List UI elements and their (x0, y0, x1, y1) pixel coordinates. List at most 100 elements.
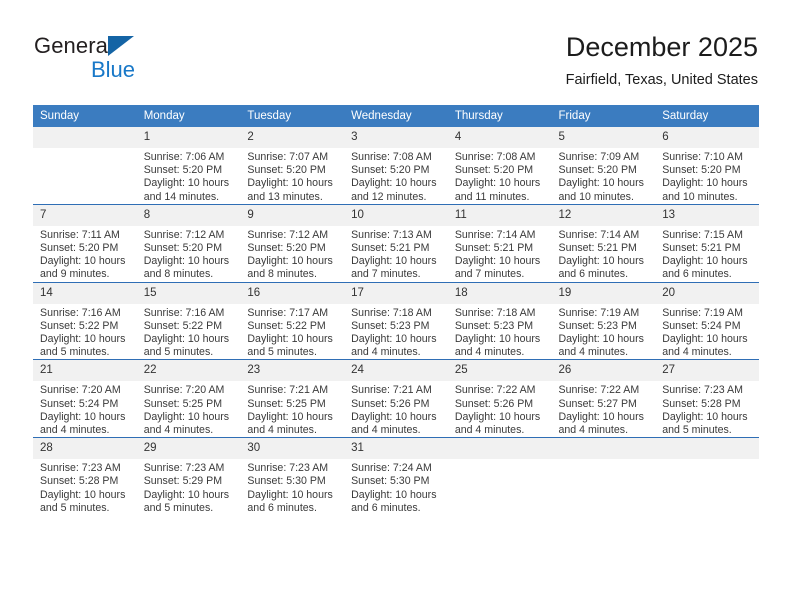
calendar-day-cell[interactable]: 8 Sunrise: 7:12 AM Sunset: 5:20 PM Daylight… (136, 203, 241, 283)
sunrise-text: Sunrise: 7:08 AM (351, 151, 432, 163)
day-details: Sunrise: 7:12 AM Sunset: 5:20 PM Daylight:… (137, 226, 241, 282)
daylight-text: Daylight: 10 hours and 4 minutes. (351, 333, 437, 359)
general-blue-logo[interactable]: General Blue (34, 33, 264, 89)
calendar-day-cell[interactable]: 18 Sunrise: 7:18 AM Sunset: 5:23 PM Dayligh… (447, 281, 552, 360)
calendar-day-cell[interactable] (655, 437, 759, 516)
calendar-day-cell[interactable]: 9 Sunrise: 7:12 AM Sunset: 5:20 PM Daylight… (240, 203, 345, 283)
daylight-text: Daylight: 10 hours and 4 minutes. (558, 333, 644, 359)
daylight-text: Daylight: 10 hours and 8 minutes. (143, 255, 230, 281)
calendar-week-row: 21 Sunrise: 7:20 AM Sunset: 5:24 PM Dayligh… (33, 359, 759, 438)
page-title: December 2025 (565, 32, 758, 62)
day-number: 8 (136, 204, 241, 226)
day-number: 15 (136, 282, 241, 304)
calendar-day-cell[interactable]: 29 Sunrise: 7:23 AM Sunset: 5:29 PM Dayligh… (136, 437, 241, 516)
day-details: Sunrise: 7:16 AM Sunset: 5:22 PM Daylight:… (137, 304, 241, 360)
day-number: 18 (447, 282, 552, 304)
calendar-header-row: Sunday Monday Tuesday Wednesday Thursday… (33, 105, 759, 127)
calendar-day-cell[interactable]: 5 Sunrise: 7:09 AM Sunset: 5:20 PM Daylight… (551, 127, 656, 205)
calendar-day-cell[interactable] (551, 437, 656, 516)
calendar-day-cell[interactable]: 22 Sunrise: 7:20 AM Sunset: 5:25 PM Dayligh… (136, 359, 241, 438)
sunrise-text: Sunrise: 7:08 AM (454, 151, 536, 163)
calendar-day-cell[interactable]: 30 Sunrise: 7:23 AM Sunset: 5:30 PM Dayligh… (240, 437, 345, 516)
day-number (655, 438, 759, 460)
calendar-day-cell[interactable]: 10 Sunrise: 7:13 AM Sunset: 5:21 PM Dayligh… (344, 203, 448, 283)
day-number: 3 (344, 127, 448, 148)
sunset-text: Sunset: 5:21 PM (351, 242, 430, 255)
daylight-text: Daylight: 10 hours and 5 minutes. (143, 488, 230, 514)
sunrise-text: Sunrise: 7:24 AM (351, 462, 432, 475)
calendar-day-cell[interactable]: 24 Sunrise: 7:21 AM Sunset: 5:26 PM Dayligh… (344, 359, 448, 438)
daylight-text: Daylight: 10 hours and 14 minutes. (143, 177, 230, 203)
day-number: 24 (344, 360, 448, 382)
calendar-day-cell[interactable]: 15 Sunrise: 7:16 AM Sunset: 5:22 PM Dayligh… (136, 281, 241, 360)
day-details: Sunrise: 7:11 AM Sunset: 5:20 PM Daylight:… (33, 226, 137, 282)
sunrise-text: Sunrise: 7:17 AM (247, 306, 329, 319)
daylight-text: Daylight: 10 hours and 4 minutes. (143, 410, 230, 437)
daylight-text: Daylight: 10 hours and 5 minutes. (143, 333, 230, 359)
sunset-text: Sunset: 5:24 PM (662, 319, 741, 332)
calendar-day-cell[interactable]: 17 Sunrise: 7:18 AM Sunset: 5:23 PM Dayligh… (344, 281, 448, 360)
sunrise-text: Sunrise: 7:12 AM (143, 228, 225, 241)
day-number (33, 127, 137, 148)
calendar-day-cell[interactable]: 14 Sunrise: 7:16 AM Sunset: 5:22 PM Dayligh… (33, 281, 137, 360)
calendar-day-cell[interactable]: 7 Sunrise: 7:11 AM Sunset: 5:20 PM Daylight… (33, 203, 137, 283)
sunrise-text: Sunrise: 7:22 AM (558, 384, 640, 397)
calendar-day-cell[interactable]: 16 Sunrise: 7:17 AM Sunset: 5:22 PM Dayligh… (240, 281, 345, 360)
day-details: Sunrise: 7:16 AM Sunset: 5:22 PM Daylight:… (33, 304, 137, 360)
calendar-day-cell[interactable]: 1 Sunrise: 7:06 AM Sunset: 5:20 PM Daylight… (136, 127, 241, 205)
day-number (447, 438, 552, 460)
calendar-day-cell[interactable]: 31 Sunrise: 7:24 AM Sunset: 5:30 PM Dayligh… (344, 437, 448, 516)
calendar-day-cell[interactable]: 21 Sunrise: 7:20 AM Sunset: 5:24 PM Dayligh… (33, 359, 137, 438)
calendar-day-cell[interactable]: 13 Sunrise: 7:15 AM Sunset: 5:21 PM Dayligh… (655, 203, 759, 283)
day-details: Sunrise: 7:21 AM Sunset: 5:25 PM Daylight:… (240, 381, 344, 437)
day-number: 26 (551, 360, 656, 382)
day-details: Sunrise: 7:14 AM Sunset: 5:21 PM Daylight:… (552, 226, 656, 282)
daylight-text: Daylight: 10 hours and 6 minutes. (247, 488, 333, 514)
daylight-text: Daylight: 10 hours and 5 minutes. (662, 410, 748, 437)
calendar-day-cell[interactable] (447, 437, 552, 516)
calendar-day-cell[interactable] (33, 127, 137, 205)
day-details: Sunrise: 7:22 AM Sunset: 5:26 PM Daylight:… (448, 381, 552, 437)
calendar-day-cell[interactable]: 3 Sunrise: 7:08 AM Sunset: 5:20 PM Daylight… (344, 127, 448, 205)
calendar-day-cell[interactable]: 19 Sunrise: 7:19 AM Sunset: 5:23 PM Dayligh… (551, 281, 656, 360)
daylight-text: Daylight: 10 hours and 5 minutes. (247, 333, 333, 359)
calendar-day-cell[interactable]: 25 Sunrise: 7:22 AM Sunset: 5:26 PM Dayligh… (447, 359, 552, 438)
sunrise-text: Sunrise: 7:19 AM (662, 306, 743, 319)
sunset-text: Sunset: 5:23 PM (351, 319, 430, 332)
sunset-text: Sunset: 5:25 PM (143, 397, 223, 410)
sunset-text: Sunset: 5:26 PM (454, 397, 534, 410)
day-number: 28 (33, 438, 137, 460)
sunrise-text: Sunrise: 7:19 AM (558, 306, 640, 319)
sunset-text: Sunset: 5:27 PM (558, 397, 637, 410)
calendar-day-cell[interactable]: 11 Sunrise: 7:14 AM Sunset: 5:21 PM Dayligh… (447, 203, 552, 283)
calendar-day-cell[interactable]: 20 Sunrise: 7:19 AM Sunset: 5:24 PM Dayligh… (655, 281, 759, 360)
daylight-text: Daylight: 10 hours and 4 minutes. (454, 333, 541, 359)
day-number: 31 (344, 438, 448, 460)
calendar-day-cell[interactable]: 4 Sunrise: 7:08 AM Sunset: 5:20 PM Daylight… (447, 127, 552, 205)
day-number: 5 (551, 127, 656, 148)
day-details: Sunrise: 7:07 AM Sunset: 5:20 PM Daylight:… (240, 148, 344, 204)
daylight-text: Daylight: 10 hours and 8 minutes. (247, 255, 333, 281)
calendar-day-cell[interactable]: 23 Sunrise: 7:21 AM Sunset: 5:25 PM Dayligh… (240, 359, 345, 438)
day-number: 21 (33, 360, 137, 382)
calendar-day-cell[interactable]: 27 Sunrise: 7:23 AM Sunset: 5:28 PM Dayligh… (655, 359, 759, 438)
daylight-text: Daylight: 10 hours and 4 minutes. (662, 333, 748, 359)
calendar-day-cell[interactable]: 2 Sunrise: 7:07 AM Sunset: 5:20 PM Daylight… (240, 127, 345, 205)
sunset-text: Sunset: 5:20 PM (247, 242, 326, 255)
daylight-text: Daylight: 10 hours and 12 minutes. (351, 177, 437, 203)
calendar-day-cell[interactable]: 12 Sunrise: 7:14 AM Sunset: 5:21 PM Dayligh… (551, 203, 656, 283)
sunset-text: Sunset: 5:23 PM (558, 319, 637, 332)
calendar-day-cell[interactable]: 6 Sunrise: 7:10 AM Sunset: 5:20 PM Daylight… (655, 127, 759, 205)
sunrise-text: Sunrise: 7:07 AM (247, 151, 329, 163)
day-number: 1 (136, 127, 241, 148)
day-details: Sunrise: 7:18 AM Sunset: 5:23 PM Daylight:… (448, 304, 552, 360)
sunset-text: Sunset: 5:22 PM (40, 319, 119, 332)
calendar-day-cell[interactable]: 26 Sunrise: 7:22 AM Sunset: 5:27 PM Dayligh… (551, 359, 656, 438)
daylight-text: Daylight: 10 hours and 10 minutes. (662, 177, 748, 203)
calendar-week-row: 1 Sunrise: 7:06 AM Sunset: 5:20 PM Daylight… (33, 127, 759, 205)
day-details: Sunrise: 7:10 AM Sunset: 5:20 PM Daylight:… (655, 148, 759, 204)
calendar-body: 1 Sunrise: 7:06 AM Sunset: 5:20 PM Daylight… (33, 127, 759, 516)
sunrise-text: Sunrise: 7:15 AM (662, 228, 743, 241)
calendar-day-cell[interactable]: 28 Sunrise: 7:23 AM Sunset: 5:28 PM Dayligh… (33, 437, 137, 516)
sunrise-text: Sunrise: 7:13 AM (351, 228, 432, 241)
